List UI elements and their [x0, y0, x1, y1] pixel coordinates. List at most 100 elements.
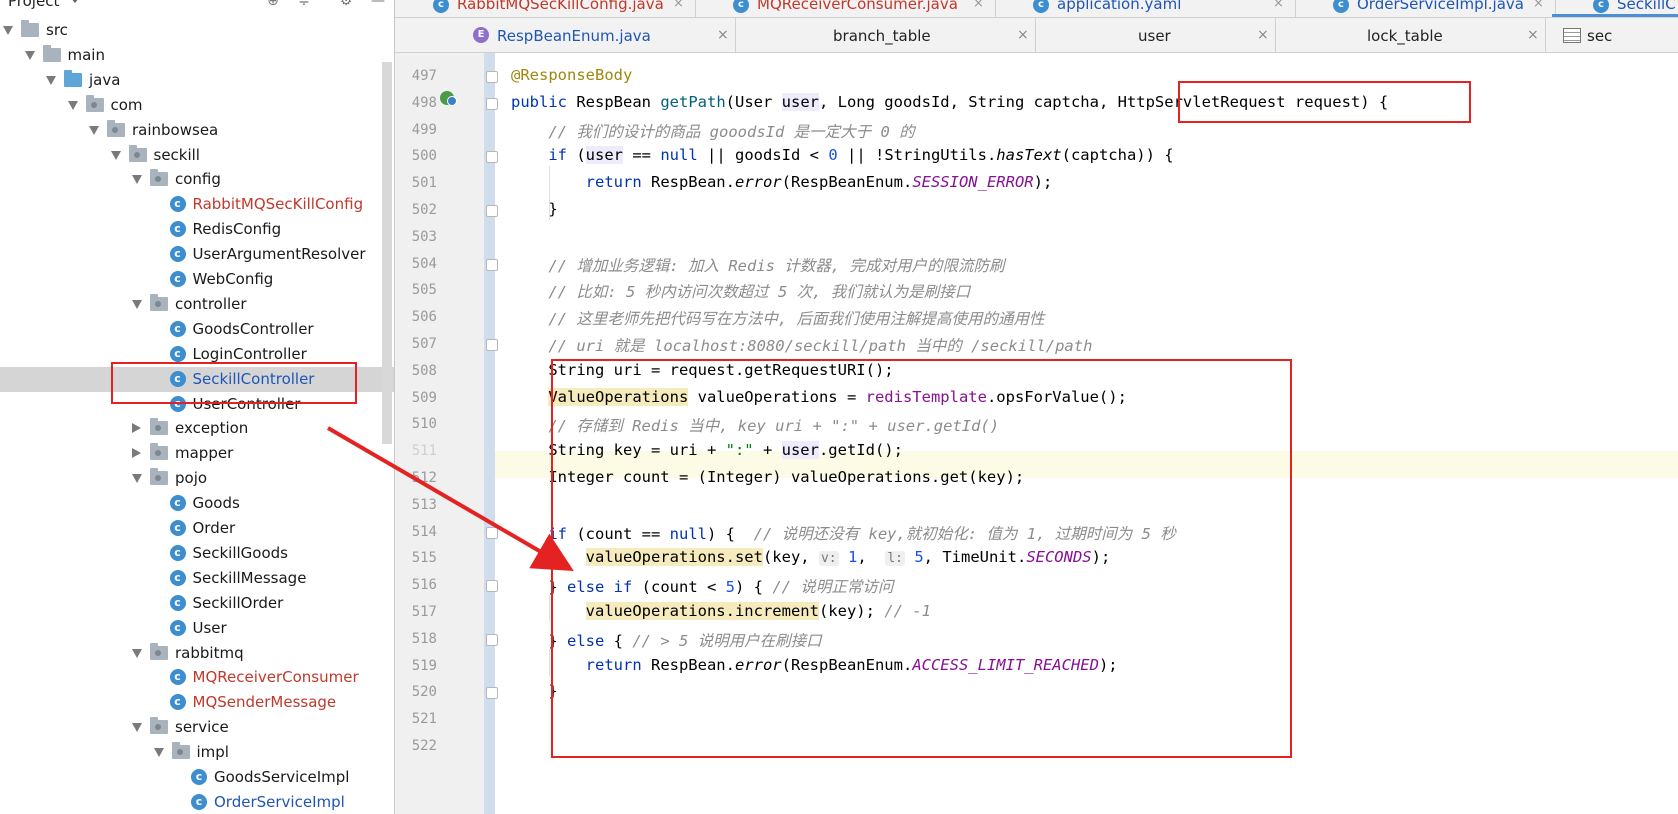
- tree-node-pojo[interactable]: pojo: [0, 466, 395, 491]
- tab-rabbitmqseckillconfig-java[interactable]: c RabbitMQSecKillConfig.java ×: [395, 0, 696, 17]
- fold-marker-icon[interactable]: [486, 205, 498, 217]
- chevron-down-icon[interactable]: [153, 748, 164, 758]
- fold-marker-icon[interactable]: [486, 339, 498, 351]
- tab-respbeanenum-java[interactable]: E RespBeanEnum.java ×: [395, 18, 736, 52]
- tree-node-java[interactable]: java: [0, 68, 395, 93]
- tree-node-exception[interactable]: exception: [0, 416, 395, 441]
- code-token: null: [660, 146, 698, 165]
- close-icon[interactable]: ×: [717, 27, 729, 43]
- tree-node-rabbitmqseckillconfig[interactable]: c RabbitMQSecKillConfig: [0, 192, 395, 217]
- chevron-down-icon[interactable]: [67, 100, 78, 110]
- line-number: 516: [411, 577, 437, 594]
- code-line[interactable]: }: [511, 200, 557, 218]
- tab-orderserviceimpl-java[interactable]: c OrderServiceImpl.java ×: [1295, 0, 1556, 17]
- tree-node-mapper[interactable]: mapper: [0, 441, 395, 466]
- chevron-down-icon[interactable]: [132, 474, 142, 484]
- tab-branch-table[interactable]: branch_table ×: [735, 18, 1036, 52]
- tree-node-seckillgoods[interactable]: c SeckillGoods: [0, 541, 395, 566]
- chevron-down-icon[interactable]: [3, 26, 13, 35]
- tree-node-mqsendermessage[interactable]: c MQSenderMessage: [0, 690, 395, 715]
- class-icon: c: [169, 246, 186, 263]
- chevron-down-icon[interactable]: [110, 150, 121, 160]
- class-icon: c: [169, 669, 186, 686]
- class-icon: c: [733, 0, 749, 13]
- code-token: (captcha)) {: [1061, 146, 1174, 165]
- chevron-right-icon[interactable]: [132, 423, 141, 434]
- tree-node-src[interactable]: src: [0, 18, 395, 43]
- tab-lock-table[interactable]: lock_table ×: [1275, 18, 1546, 52]
- tree-node-config[interactable]: config: [0, 167, 395, 192]
- collapse-all-icon[interactable]: ≑: [296, 0, 312, 8]
- line-number: 503: [411, 228, 437, 245]
- fold-marker-icon[interactable]: [486, 258, 498, 271]
- close-icon[interactable]: ×: [1257, 27, 1269, 43]
- tab-user[interactable]: user ×: [1035, 18, 1276, 52]
- fold-marker-icon[interactable]: [486, 687, 498, 700]
- code-line[interactable]: // 我们的设计的商品 gooodsId 是一定大于 0 的: [511, 120, 914, 142]
- chevron-down-icon[interactable]: [132, 723, 142, 733]
- project-panel-title[interactable]: Project: [8, 0, 59, 10]
- chevron-down-icon[interactable]: [46, 75, 56, 85]
- line-number: 506: [411, 309, 437, 326]
- crosshair-icon[interactable]: ⊕: [265, 0, 281, 8]
- tree-node-orderserviceimpl[interactable]: c OrderServiceImpl: [0, 790, 395, 814]
- tree-node-goods[interactable]: c Goods: [0, 491, 395, 516]
- chevron-down-icon[interactable]: [132, 648, 142, 658]
- tree-node-controller[interactable]: controller: [0, 292, 395, 317]
- code-line[interactable]: // uri 就是 localhost:8080/seckill/path 当中…: [511, 334, 1092, 356]
- tab-mqreceiverconsumer-java[interactable]: c MQReceiverConsumer.java ×: [695, 0, 996, 17]
- close-icon[interactable]: ×: [1273, 0, 1284, 11]
- line-number: 518: [411, 630, 437, 647]
- close-icon[interactable]: ×: [973, 0, 984, 11]
- tree-node-mqreceiverconsumer[interactable]: c MQReceiverConsumer: [0, 665, 395, 690]
- project-scrollbar[interactable]: [382, 62, 392, 444]
- fold-marker-icon[interactable]: [486, 97, 498, 110]
- gear-icon[interactable]: ⚙: [338, 0, 354, 8]
- tree-node-com[interactable]: com: [0, 93, 395, 118]
- chevron-down-icon[interactable]: [89, 125, 99, 135]
- tree-node-seckill[interactable]: seckill: [0, 143, 395, 168]
- chevron-down-icon[interactable]: [70, 0, 80, 3]
- chevron-right-icon[interactable]: [132, 448, 141, 459]
- spring-bean-gutter-icon[interactable]: [440, 91, 457, 106]
- close-icon[interactable]: ×: [1017, 27, 1029, 43]
- chevron-down-icon[interactable]: [132, 299, 142, 309]
- minimize-icon[interactable]: —: [370, 0, 386, 8]
- tree-node-service[interactable]: service: [0, 715, 395, 740]
- tree-node-userargumentresolver[interactable]: c UserArgumentResolver: [0, 242, 395, 267]
- tree-node-seckillorder[interactable]: c SeckillOrder: [0, 591, 395, 616]
- tree-node-redisconfig[interactable]: c RedisConfig: [0, 217, 395, 242]
- tree-node-seckillmessage[interactable]: c SeckillMessage: [0, 566, 395, 591]
- tab-label: OrderServiceImpl.java: [1357, 0, 1524, 13]
- code-line[interactable]: // 比如: 5 秒内访问次数超过 5 次, 我们就认为是刷接口: [511, 280, 970, 302]
- code-line[interactable]: if (user == null || goodsId < 0 || !Stri…: [511, 146, 1174, 165]
- code-line[interactable]: return RespBean.error(RespBeanEnum.SESSI…: [511, 173, 1053, 191]
- fold-marker-icon[interactable]: [486, 526, 498, 539]
- tree-node-goodsserviceimpl[interactable]: c GoodsServiceImpl: [0, 765, 395, 790]
- close-icon[interactable]: ×: [1527, 27, 1539, 43]
- tree-node-goodscontroller[interactable]: c GoodsController: [0, 317, 395, 342]
- fold-marker-icon[interactable]: [486, 71, 498, 83]
- tree-node-user[interactable]: c User: [0, 616, 395, 641]
- close-icon[interactable]: ×: [1533, 0, 1544, 11]
- tree-node-rainbowsea[interactable]: rainbowsea: [0, 118, 395, 143]
- code-line[interactable]: // 这里老师先把代码写在方法中, 后面我们使用注解提高使用的通用性: [511, 307, 1044, 329]
- chevron-down-icon[interactable]: [132, 175, 142, 185]
- tab-sec[interactable]: sec: [1545, 18, 1678, 52]
- tab-application-yaml[interactable]: c application.yaml ×: [995, 0, 1296, 17]
- line-number: 513: [411, 496, 437, 513]
- tree-node-impl[interactable]: impl: [0, 740, 395, 765]
- tree-node-main[interactable]: main: [0, 43, 395, 68]
- tree-node-webconfig[interactable]: c WebConfig: [0, 267, 395, 292]
- chevron-down-icon[interactable]: [24, 50, 35, 60]
- fold-marker-icon[interactable]: [486, 580, 498, 593]
- close-icon[interactable]: ×: [673, 0, 684, 11]
- code-line[interactable]: @ResponseBody: [511, 66, 632, 84]
- code-token: // 增加业务逻辑: 加入 Redis 计数器, 完成对用户的限流防刷: [511, 256, 1005, 275]
- fold-marker-icon[interactable]: [486, 151, 498, 164]
- tree-node-order[interactable]: c Order: [0, 516, 395, 541]
- tree-node-rabbitmq[interactable]: rabbitmq: [0, 641, 395, 666]
- tree-node-label: controller: [175, 294, 247, 313]
- fold-marker-icon[interactable]: [486, 633, 498, 646]
- code-line[interactable]: // 增加业务逻辑: 加入 Redis 计数器, 完成对用户的限流防刷: [511, 254, 1004, 276]
